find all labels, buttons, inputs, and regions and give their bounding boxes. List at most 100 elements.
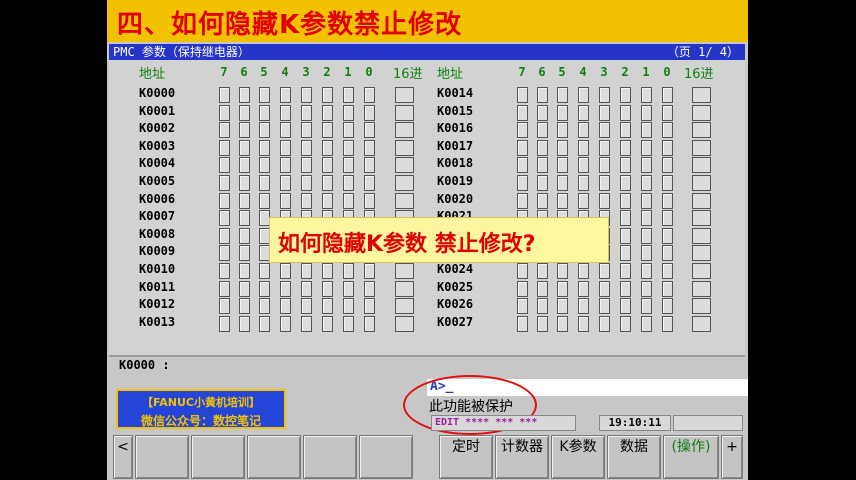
bit-cell-left[interactable] [219, 104, 230, 121]
bit-cell-right[interactable] [578, 139, 589, 156]
bit-cell-right[interactable] [620, 175, 631, 191]
bit-cell-left[interactable] [259, 139, 270, 156]
bit-cell-left[interactable] [259, 298, 270, 315]
hex-cell-right[interactable] [692, 87, 711, 103]
bit-cell-right[interactable] [578, 122, 589, 139]
bit-cell-right[interactable] [517, 157, 528, 174]
bit-cell-right[interactable] [557, 175, 568, 191]
bit-cell-right[interactable] [537, 87, 548, 103]
bit-cell-left[interactable] [301, 263, 312, 279]
hex-cell-left[interactable] [395, 122, 414, 139]
bit-cell-left[interactable] [301, 192, 312, 209]
bit-cell-right[interactable] [578, 280, 589, 297]
bit-cell-right[interactable] [662, 87, 673, 103]
bit-cell-right[interactable] [578, 298, 589, 315]
bit-cell-right[interactable] [599, 122, 610, 139]
bit-cell-left[interactable] [219, 175, 230, 191]
hex-cell-right[interactable] [692, 122, 711, 139]
hex-cell-left[interactable] [395, 157, 414, 174]
bit-cell-left[interactable] [343, 192, 354, 209]
bit-cell-right[interactable] [620, 192, 631, 209]
bit-cell-right[interactable] [537, 280, 548, 297]
bit-cell-right[interactable] [557, 263, 568, 279]
bit-cell-left[interactable] [239, 280, 250, 297]
bit-cell-left[interactable] [239, 263, 250, 279]
bit-cell-left[interactable] [239, 210, 250, 227]
bit-cell-left[interactable] [343, 315, 354, 332]
hex-cell-right[interactable] [692, 298, 711, 315]
bit-cell-left[interactable] [364, 263, 375, 279]
softkey-operation[interactable]: (操作) [663, 435, 719, 479]
bit-cell-right[interactable] [517, 122, 528, 139]
bit-cell-right[interactable] [557, 157, 568, 174]
bit-cell-right[interactable] [557, 280, 568, 297]
bit-cell-left[interactable] [343, 157, 354, 174]
bit-cell-left[interactable] [364, 280, 375, 297]
bit-cell-left[interactable] [259, 263, 270, 279]
hex-cell-right[interactable] [692, 315, 711, 332]
bit-cell-right[interactable] [517, 280, 528, 297]
bit-cell-left[interactable] [280, 280, 291, 297]
bit-cell-right[interactable] [620, 139, 631, 156]
bit-cell-right[interactable] [517, 139, 528, 156]
bit-cell-right[interactable] [517, 104, 528, 121]
bit-cell-right[interactable] [662, 245, 673, 262]
bit-cell-left[interactable] [322, 87, 333, 103]
hex-cell-left[interactable] [395, 263, 414, 279]
bit-cell-right[interactable] [537, 315, 548, 332]
bit-cell-left[interactable] [259, 315, 270, 332]
hex-cell-left[interactable] [395, 104, 414, 121]
bit-cell-right[interactable] [537, 263, 548, 279]
bit-cell-left[interactable] [280, 315, 291, 332]
bit-cell-right[interactable] [578, 104, 589, 121]
bit-cell-left[interactable] [239, 87, 250, 103]
bit-cell-right[interactable] [620, 245, 631, 262]
bit-cell-right[interactable] [641, 139, 652, 156]
bit-cell-left[interactable] [280, 87, 291, 103]
softkey-k-param[interactable]: K参数 [551, 435, 605, 479]
hex-cell-right[interactable] [692, 227, 711, 244]
bit-cell-right[interactable] [641, 210, 652, 227]
bit-cell-right[interactable] [662, 104, 673, 121]
bit-cell-right[interactable] [599, 139, 610, 156]
bit-cell-right[interactable] [578, 315, 589, 332]
softkey-2[interactable] [191, 435, 245, 479]
hex-cell-left[interactable] [395, 139, 414, 156]
hex-cell-left[interactable] [395, 315, 414, 332]
bit-cell-right[interactable] [641, 315, 652, 332]
bit-cell-right[interactable] [578, 87, 589, 103]
bit-cell-left[interactable] [364, 192, 375, 209]
bit-cell-right[interactable] [578, 157, 589, 174]
bit-cell-right[interactable] [537, 139, 548, 156]
bit-cell-left[interactable] [239, 157, 250, 174]
bit-cell-left[interactable] [280, 263, 291, 279]
bit-cell-right[interactable] [641, 298, 652, 315]
bit-cell-right[interactable] [599, 315, 610, 332]
bit-cell-left[interactable] [280, 298, 291, 315]
bit-cell-right[interactable] [557, 104, 568, 121]
bit-cell-right[interactable] [517, 263, 528, 279]
bit-cell-left[interactable] [343, 263, 354, 279]
bit-cell-left[interactable] [364, 122, 375, 139]
bit-cell-right[interactable] [599, 192, 610, 209]
hex-cell-left[interactable] [395, 175, 414, 191]
bit-cell-right[interactable] [641, 87, 652, 103]
bit-cell-right[interactable] [599, 104, 610, 121]
bit-cell-right[interactable] [620, 122, 631, 139]
bit-cell-right[interactable] [537, 122, 548, 139]
bit-cell-left[interactable] [301, 280, 312, 297]
bit-cell-right[interactable] [620, 263, 631, 279]
hex-cell-right[interactable] [692, 192, 711, 209]
bit-cell-right[interactable] [662, 298, 673, 315]
bit-cell-left[interactable] [219, 263, 230, 279]
hex-cell-left[interactable] [395, 280, 414, 297]
bit-cell-right[interactable] [537, 104, 548, 121]
bit-cell-right[interactable] [517, 298, 528, 315]
bit-cell-left[interactable] [280, 192, 291, 209]
bit-cell-right[interactable] [662, 210, 673, 227]
bit-cell-right[interactable] [662, 315, 673, 332]
bit-cell-right[interactable] [641, 280, 652, 297]
bit-cell-left[interactable] [343, 87, 354, 103]
bit-cell-left[interactable] [322, 157, 333, 174]
bit-cell-left[interactable] [364, 87, 375, 103]
